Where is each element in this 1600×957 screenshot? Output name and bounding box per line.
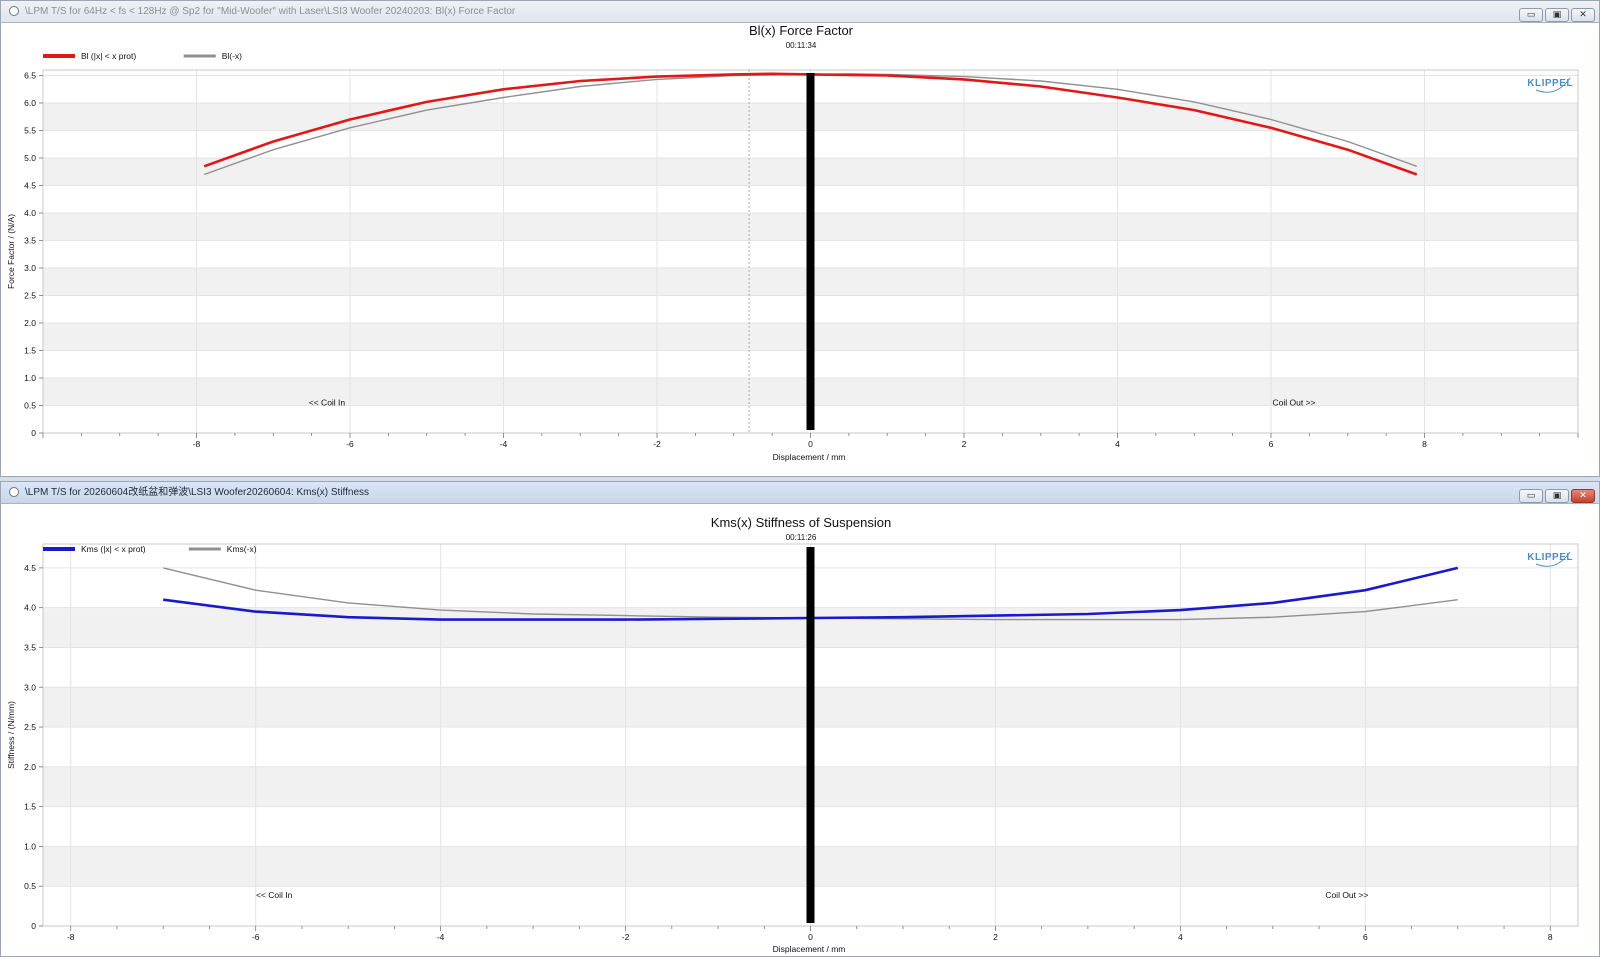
klippel-logo: KLIPPEL [1527,77,1573,93]
x-tick-label: 2 [962,439,967,449]
bl-window: \LPM T/S for 64Hz < fs < 128Hz @ Sp2 for… [0,0,1600,477]
coil-annotation: << Coil In [309,398,346,408]
legend-label: Bl(-x) [222,51,242,61]
window-app-icon [9,487,19,497]
x-tick-label: 4 [1115,439,1120,449]
y-tick-label: 6.0 [24,98,36,108]
coil-annotation: << Coil In [256,890,293,900]
x-tick-label: -4 [437,932,445,942]
minimize-button[interactable]: ▭ [1519,8,1543,22]
chart-timestamp: 00:11:26 [786,533,817,542]
x-tick-label: 8 [1422,439,1427,449]
chart-title: Bl(x) Force Factor [749,23,854,38]
chart-timestamp: 00:11:34 [786,41,817,50]
kms-window: \LPM T/S for 20260604改纸盆和弹波\LSI3 Woofer2… [0,481,1600,957]
coil-annotation: Coil Out >> [1273,398,1316,408]
x-axis-label: Displacement / mm [773,452,846,462]
close-button[interactable]: ✕ [1571,489,1595,503]
y-tick-label: 1.5 [24,802,36,812]
y-tick-label: 0.5 [24,881,36,891]
x-tick-label: 0 [808,439,813,449]
chart-title: Kms(x) Stiffness of Suspension [711,515,891,530]
y-axis-label: Force Factor / (N/A) [6,214,16,289]
y-tick-label: 2.0 [24,762,36,772]
y-tick-label: 0 [31,428,36,438]
x-tick-label: -6 [252,932,260,942]
x-tick-label: -2 [622,932,630,942]
y-tick-label: 4.5 [24,563,36,573]
displacement-marker [806,547,815,923]
close-button[interactable]: ✕ [1571,8,1595,22]
y-tick-label: 5.5 [24,126,36,136]
x-axis-label: Displacement / mm [773,944,846,954]
x-tick-label: 6 [1363,932,1368,942]
legend-label: Kms (|x| < x prot) [81,544,146,554]
y-tick-label: 6.5 [24,71,36,81]
y-tick-label: 0 [31,921,36,931]
x-tick-label: -8 [193,439,201,449]
bl-window-titlebar[interactable]: \LPM T/S for 64Hz < fs < 128Hz @ Sp2 for… [1,1,1599,23]
y-tick-label: 4.0 [24,208,36,218]
x-tick-label: -2 [653,439,661,449]
y-tick-label: 1.0 [24,841,36,851]
kms-window-titlebar[interactable]: \LPM T/S for 20260604改纸盆和弹波\LSI3 Woofer2… [1,482,1599,504]
x-tick-label: 6 [1269,439,1274,449]
kms-window-title: \LPM T/S for 20260604改纸盆和弹波\LSI3 Woofer2… [25,487,370,498]
x-tick-label: -8 [67,932,75,942]
y-tick-label: 4.5 [24,181,36,191]
bl-window-title: \LPM T/S for 64Hz < fs < 128Hz @ Sp2 for… [25,6,516,17]
x-tick-label: 0 [808,932,813,942]
minimize-button[interactable]: ▭ [1519,489,1543,503]
x-tick-label: 2 [993,932,998,942]
y-tick-label: 3.0 [24,263,36,273]
bl-force-factor-chart[interactable]: -8 -6 -4 -2 0 2 4 6 8 0 0.5 1.0 1.5 2.0 2.5 3.0 3.5 4.0 4.… [1,23,1599,476]
y-tick-label: 2.5 [24,722,36,732]
y-tick-label: 0.5 [24,401,36,411]
legend-label: Kms(-x) [227,544,257,554]
y-tick-label: 1.5 [24,346,36,356]
kms-stiffness-chart[interactable]: -8 -6 -4 -2 0 2 4 6 8 0 0.5 1.0 1.5 2.0 2.5 3.0 3.5 4.0 4.… [1,504,1599,956]
y-axis-label: Stiffness / (N/mm) [6,701,16,769]
y-tick-label: 4.0 [24,603,36,613]
restore-button[interactable]: ▣ [1545,8,1569,22]
x-tick-label: -6 [346,439,354,449]
y-tick-label: 3.0 [24,682,36,692]
y-tick-label: 2.0 [24,318,36,328]
y-tick-label: 3.5 [24,642,36,652]
legend-label: Bl (|x| < x prot) [81,51,136,61]
displacement-marker [806,73,815,430]
x-tick-label: -4 [500,439,508,449]
y-tick-label: 2.5 [24,291,36,301]
y-tick-label: 3.5 [24,236,36,246]
y-tick-label: 5.0 [24,153,36,163]
x-tick-label: 8 [1548,932,1553,942]
y-tick-label: 1.0 [24,373,36,383]
window-app-icon [9,6,19,16]
coil-annotation: Coil Out >> [1325,890,1368,900]
x-tick-label: 4 [1178,932,1183,942]
restore-button[interactable]: ▣ [1545,489,1569,503]
